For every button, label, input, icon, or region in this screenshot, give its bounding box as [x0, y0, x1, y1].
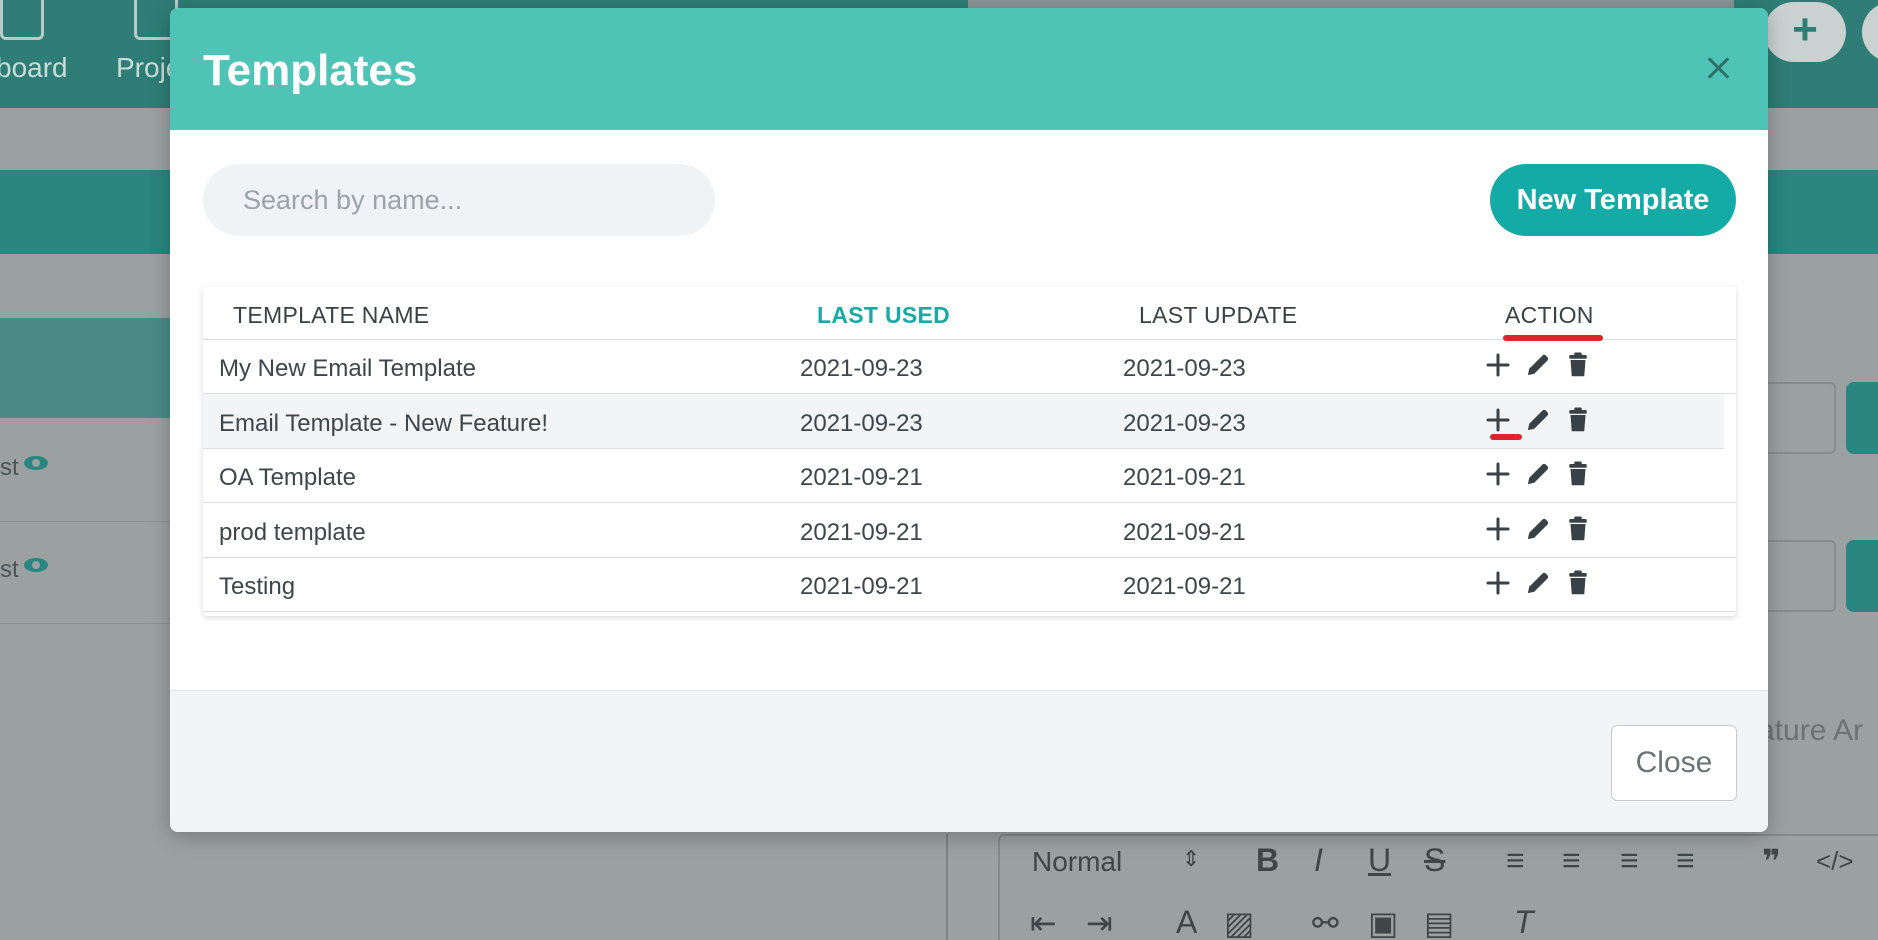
eye-icon[interactable] [24, 456, 48, 470]
cell-last-used: 2021-09-21 [800, 518, 923, 546]
plus-icon[interactable] [1483, 350, 1513, 380]
plus-icon[interactable] [1483, 514, 1513, 544]
cell-last-update: 2021-09-21 [1123, 464, 1246, 491]
checklist-icon [0, 0, 44, 40]
pencil-icon[interactable] [1523, 568, 1553, 598]
background-input[interactable] [1756, 540, 1836, 612]
table-header: TEMPLATE NAME LAST USED LAST UPDATE ACTI… [203, 286, 1736, 341]
table-row[interactable]: My New Email Template 2021-09-23 2021-09-2… [203, 340, 1736, 394]
background-button[interactable] [1846, 540, 1878, 612]
table-row[interactable]: Email Template - New Feature! 2021-09-23 2… [203, 394, 1724, 449]
align-center-icon[interactable]: ≡ [1562, 842, 1581, 879]
close-icon[interactable] [1700, 50, 1736, 86]
add-icon[interactable]: + [1764, 2, 1846, 62]
outdent-icon[interactable]: ⇤ [1030, 904, 1057, 940]
background-input[interactable] [1756, 382, 1836, 454]
background-list-item[interactable]: st [0, 420, 172, 522]
trash-icon[interactable] [1563, 568, 1593, 598]
search-input[interactable] [203, 164, 715, 236]
indent-icon[interactable]: ⇥ [1086, 904, 1113, 940]
bold-icon[interactable]: B [1256, 842, 1279, 879]
quote-icon[interactable]: ❞ [1762, 842, 1781, 880]
cell-template-name: prod template [219, 518, 366, 546]
pencil-icon[interactable] [1523, 405, 1553, 435]
new-template-button[interactable]: New Template [1490, 164, 1736, 236]
link-icon[interactable]: ⚯ [1312, 904, 1339, 940]
table-row[interactable]: OA Template 2021-09-21 2021-09-21 [203, 449, 1736, 503]
background-list-item-label: st [0, 556, 19, 583]
trash-icon[interactable] [1563, 405, 1593, 435]
background-list-item[interactable]: st [0, 522, 172, 624]
table-row[interactable]: prod template 2021-09-21 2021-09-21 [203, 504, 1736, 558]
cell-template-name: Email Template - New Feature! [219, 409, 549, 437]
modal-header: Templates [170, 8, 1768, 130]
plus-icon[interactable] [1483, 568, 1513, 598]
trash-icon[interactable] [1563, 514, 1593, 544]
nav-dashboard-label[interactable]: board [0, 52, 68, 84]
align-left-icon[interactable]: ≡ [1506, 842, 1525, 879]
cell-template-name: Testing [219, 573, 296, 600]
chevron-updown-icon[interactable]: ⇕ [1182, 846, 1200, 872]
close-button[interactable]: Close [1611, 725, 1737, 801]
cell-last-update: 2021-09-23 [1123, 355, 1246, 382]
highlight-icon[interactable]: ▨ [1224, 904, 1254, 940]
trash-icon[interactable] [1563, 459, 1593, 489]
pencil-icon[interactable] [1523, 514, 1553, 544]
italic-icon[interactable]: I [1314, 842, 1323, 879]
column-header-action: ACTION [1505, 302, 1594, 328]
strikethrough-icon[interactable]: S [1424, 842, 1445, 879]
cell-last-update: 2021-09-21 [1123, 518, 1246, 546]
clear-format-icon[interactable]: T [1514, 904, 1534, 940]
background-divider [946, 834, 948, 940]
cell-template-name: My New Email Template [219, 355, 476, 382]
cell-template-name: OA Template [219, 464, 356, 491]
cell-last-used: 2021-09-23 [800, 409, 923, 437]
align-right-icon[interactable]: ≡ [1620, 842, 1639, 879]
modal-footer: Close [170, 690, 1768, 832]
column-header-last-used[interactable]: LAST USED [817, 302, 950, 329]
templates-modal: Templates New Template TEMPLATE NAME LAS… [170, 8, 1768, 832]
background-panel [0, 318, 172, 418]
trash-icon[interactable] [1563, 350, 1593, 380]
text-color-icon[interactable]: A [1176, 904, 1197, 940]
modal-title: Templates [203, 46, 418, 95]
column-header-last-update[interactable]: LAST UPDATE [1139, 302, 1297, 329]
plus-icon[interactable] [1483, 459, 1513, 489]
cell-last-update: 2021-09-21 [1123, 573, 1246, 600]
code-icon[interactable]: </> [1816, 846, 1854, 877]
annotation-underline [1490, 433, 1522, 440]
cell-last-used: 2021-09-23 [800, 355, 923, 382]
background-list-item-label: st [0, 454, 19, 481]
pencil-icon[interactable] [1523, 459, 1553, 489]
underline-icon[interactable]: U [1368, 842, 1391, 879]
eye-icon[interactable] [24, 558, 48, 572]
cell-last-used: 2021-09-21 [800, 464, 923, 491]
align-justify-icon[interactable]: ≡ [1676, 842, 1695, 879]
pencil-icon[interactable] [1523, 350, 1553, 380]
templates-table: TEMPLATE NAME LAST USED LAST UPDATE ACTI… [203, 286, 1736, 616]
image-icon[interactable]: ▣ [1368, 904, 1398, 940]
cell-last-used: 2021-09-21 [800, 573, 923, 600]
background-button[interactable] [1846, 382, 1878, 454]
cell-last-update: 2021-09-23 [1123, 409, 1246, 437]
background-subject-field[interactable]: ature Ar [1758, 714, 1863, 748]
column-header-template-name[interactable]: TEMPLATE NAME [233, 302, 429, 329]
table-row[interactable]: Testing 2021-09-21 2021-09-21 [203, 558, 1736, 612]
format-select[interactable]: Normal [1032, 846, 1122, 878]
plus-icon[interactable] [1483, 405, 1513, 435]
video-icon[interactable]: ▤ [1424, 904, 1454, 940]
